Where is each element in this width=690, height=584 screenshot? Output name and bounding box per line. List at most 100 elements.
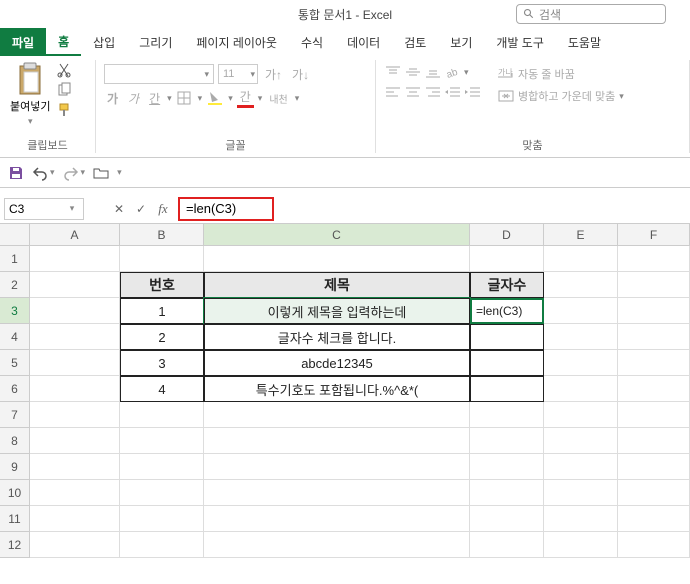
cell-C2[interactable]: 제목	[204, 272, 470, 298]
cell-D8[interactable]	[470, 428, 544, 454]
cell-A10[interactable]	[30, 480, 120, 506]
formula-input[interactable]	[186, 201, 266, 216]
copy-icon[interactable]	[56, 82, 72, 98]
cell-D3[interactable]: =len(C3)	[470, 298, 544, 324]
cell-D4[interactable]	[470, 324, 544, 350]
row-header-8[interactable]: 8	[0, 428, 30, 454]
chevron-down-icon[interactable]: ▾	[464, 67, 469, 78]
merge-center-button[interactable]: 병합하고 가운데 맞춤 ▾	[498, 88, 624, 104]
cell-A7[interactable]	[30, 402, 120, 428]
align-left-icon[interactable]	[384, 84, 402, 100]
row-header-12[interactable]: 12	[0, 532, 30, 558]
decrease-font-icon[interactable]: 가↓	[289, 66, 312, 83]
cell-C8[interactable]	[204, 428, 470, 454]
cell-E9[interactable]	[544, 454, 618, 480]
cell-C7[interactable]	[204, 402, 470, 428]
cell-E11[interactable]	[544, 506, 618, 532]
cell-A9[interactable]	[30, 454, 120, 480]
cell-D12[interactable]	[470, 532, 544, 558]
cell-F8[interactable]	[618, 428, 690, 454]
cell-C4[interactable]: 글자수 체크를 합니다.	[204, 324, 470, 350]
cell-E1[interactable]	[544, 246, 618, 272]
col-header-E[interactable]: E	[544, 224, 618, 246]
cell-E8[interactable]	[544, 428, 618, 454]
cell-B4[interactable]: 2	[120, 324, 204, 350]
cell-C6[interactable]: 특수기호도 포함됩니다.%^&*(	[204, 376, 470, 402]
row-header-4[interactable]: 4	[0, 324, 30, 350]
cell-C9[interactable]	[204, 454, 470, 480]
cell-A5[interactable]	[30, 350, 120, 376]
cell-A2[interactable]	[30, 272, 120, 298]
row-header-6[interactable]: 6	[0, 376, 30, 402]
increase-indent-icon[interactable]	[464, 84, 482, 100]
cell-D9[interactable]	[470, 454, 544, 480]
cell-B5[interactable]: 3	[120, 350, 204, 376]
col-header-F[interactable]: F	[618, 224, 690, 246]
open-button[interactable]	[93, 165, 109, 181]
row-header-5[interactable]: 5	[0, 350, 30, 376]
tab-file[interactable]: 파일	[0, 28, 46, 56]
cell-D7[interactable]	[470, 402, 544, 428]
borders-icon[interactable]	[176, 90, 194, 106]
redo-button[interactable]: ▾	[63, 165, 86, 181]
paste-button[interactable]: 붙여넣기 ▾	[8, 60, 52, 129]
bold-button[interactable]: 가	[104, 90, 121, 107]
cell-F12[interactable]	[618, 532, 690, 558]
cell-D11[interactable]	[470, 506, 544, 532]
tab-home[interactable]: 홈	[46, 28, 81, 56]
tab-view[interactable]: 보기	[438, 28, 484, 56]
align-center-icon[interactable]	[404, 84, 422, 100]
cell-B7[interactable]	[120, 402, 204, 428]
tab-pagelayout[interactable]: 페이지 레이아웃	[184, 28, 289, 56]
qat-customize-icon[interactable]: ▾	[117, 167, 122, 178]
enter-button[interactable]: ✓	[130, 198, 152, 220]
cell-A4[interactable]	[30, 324, 120, 350]
save-button[interactable]	[8, 165, 24, 181]
cell-B1[interactable]	[120, 246, 204, 272]
phonetic-icon[interactable]: 내천	[266, 91, 290, 106]
cell-E5[interactable]	[544, 350, 618, 376]
cell-B12[interactable]	[120, 532, 204, 558]
cell-A1[interactable]	[30, 246, 120, 272]
cell-A8[interactable]	[30, 428, 120, 454]
tab-formulas[interactable]: 수식	[289, 28, 335, 56]
tab-help[interactable]: 도움말	[556, 28, 613, 56]
cell-B6[interactable]: 4	[120, 376, 204, 402]
chevron-down-icon[interactable]: ▾	[167, 93, 172, 104]
row-header-9[interactable]: 9	[0, 454, 30, 480]
chevron-down-icon[interactable]: ▾	[295, 93, 300, 104]
chevron-down-icon[interactable]: ▾	[258, 93, 263, 104]
cell-D5[interactable]	[470, 350, 544, 376]
align-top-icon[interactable]	[384, 64, 402, 80]
cell-C12[interactable]	[204, 532, 470, 558]
cell-C10[interactable]	[204, 480, 470, 506]
cell-B11[interactable]	[120, 506, 204, 532]
spreadsheet-grid[interactable]: A B C D E F 1 2 번호 제목 글자수 3 1 이렇게 제목을 입력…	[0, 224, 690, 558]
decrease-indent-icon[interactable]	[444, 84, 462, 100]
cell-A3[interactable]	[30, 298, 120, 324]
format-painter-icon[interactable]	[56, 102, 72, 118]
cell-F11[interactable]	[618, 506, 690, 532]
cell-B8[interactable]	[120, 428, 204, 454]
cell-E3[interactable]	[544, 298, 618, 324]
fx-button[interactable]: fx	[152, 198, 174, 220]
font-name-select[interactable]: ▾	[104, 64, 214, 84]
italic-button[interactable]: 가	[125, 90, 142, 107]
row-header-3[interactable]: 3	[0, 298, 30, 324]
cell-A6[interactable]	[30, 376, 120, 402]
cell-C5[interactable]: abcde12345	[204, 350, 470, 376]
cell-C11[interactable]	[204, 506, 470, 532]
cell-E4[interactable]	[544, 324, 618, 350]
cell-D1[interactable]	[470, 246, 544, 272]
cancel-button[interactable]: ✕	[108, 198, 130, 220]
search-box[interactable]: 검색	[516, 4, 666, 24]
cell-B3[interactable]: 1	[120, 298, 204, 324]
cell-D10[interactable]	[470, 480, 544, 506]
tab-developer[interactable]: 개발 도구	[484, 28, 556, 56]
font-color-icon[interactable]: 간	[237, 88, 254, 108]
align-right-icon[interactable]	[424, 84, 442, 100]
cell-E12[interactable]	[544, 532, 618, 558]
cell-C1[interactable]	[204, 246, 470, 272]
row-header-11[interactable]: 11	[0, 506, 30, 532]
align-bottom-icon[interactable]	[424, 64, 442, 80]
